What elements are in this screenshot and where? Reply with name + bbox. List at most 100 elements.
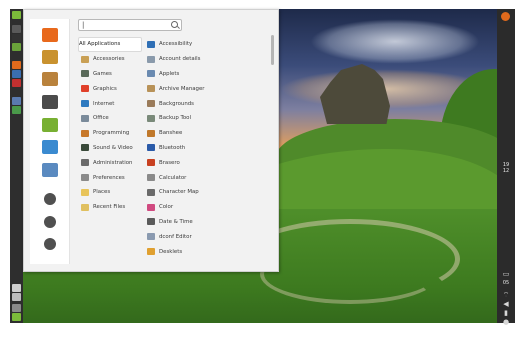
- app-item[interactable]: Brasero: [144, 155, 270, 170]
- clock-minute[interactable]: 12: [497, 168, 515, 174]
- application-list: Accessibility Account details Applets Archi…: [144, 37, 270, 259]
- app-item-label: Brasero: [159, 159, 180, 166]
- accessories-icon: [81, 55, 89, 63]
- app-item[interactable]: Character Map: [144, 185, 270, 200]
- banshee-icon: [147, 129, 155, 137]
- category-item[interactable]: Places: [78, 185, 142, 200]
- app-item-label: dconf Editor: [159, 233, 192, 240]
- app-item[interactable]: Backgrounds: [144, 96, 270, 111]
- logout-icon[interactable]: [44, 216, 56, 228]
- app-item-label: Bluetooth: [159, 144, 186, 151]
- category-item-label: Recent Files: [93, 204, 126, 211]
- user-avatar-icon[interactable]: [501, 12, 510, 21]
- software-icon[interactable]: [12, 79, 21, 87]
- category-item[interactable]: All Applications: [78, 37, 142, 52]
- app-item[interactable]: Banshee: [144, 126, 270, 141]
- app-item[interactable]: Desklets: [144, 244, 270, 259]
- application-menu: | All Applications Accessories Games Graphi…: [23, 9, 279, 272]
- app-item[interactable]: Date & Time: [144, 215, 270, 230]
- recent-files-icon: [81, 203, 89, 211]
- network-app-icon[interactable]: [42, 163, 58, 177]
- date-time-icon: [147, 218, 155, 226]
- user-icon[interactable]: ●: [501, 319, 511, 326]
- firefox-icon[interactable]: [12, 61, 21, 69]
- app-item[interactable]: Account details: [144, 52, 270, 67]
- category-item-label: Accessories: [93, 56, 125, 63]
- show-desktop-icon[interactable]: [12, 25, 21, 33]
- terminal-icon[interactable]: [12, 34, 21, 42]
- menu-icon[interactable]: [12, 11, 21, 19]
- files-icon[interactable]: [12, 43, 21, 51]
- left-panel: [10, 9, 23, 323]
- workspace-switcher-icon[interactable]: [12, 293, 21, 301]
- right-panel: 19 12 ▭ 05 ⌔ ◀ ▮ ●: [497, 9, 515, 326]
- app-item[interactable]: Color: [144, 200, 270, 215]
- category-item[interactable]: Administration: [78, 155, 142, 170]
- window-list-1-icon[interactable]: [12, 97, 21, 105]
- firefox-icon[interactable]: [42, 28, 58, 42]
- app-item[interactable]: Archive Manager: [144, 81, 270, 96]
- thunderbird-icon[interactable]: [12, 70, 21, 78]
- app-item[interactable]: Accessibility: [144, 37, 270, 52]
- app-item-label: Date & Time: [159, 218, 193, 225]
- mint-logo-icon[interactable]: [12, 313, 21, 321]
- places-icon: [81, 188, 89, 196]
- window-list-2-icon[interactable]: [12, 106, 21, 114]
- search-icon[interactable]: [171, 21, 178, 28]
- category-item[interactable]: Graphics: [78, 81, 142, 96]
- desklets-icon: [147, 248, 155, 256]
- bluetooth-icon: [147, 144, 155, 152]
- search-box[interactable]: |: [78, 19, 182, 31]
- category-item-label: Office: [93, 115, 109, 122]
- app-item[interactable]: Bluetooth: [144, 141, 270, 156]
- color-app-icon[interactable]: [42, 140, 58, 154]
- network-icon[interactable]: [12, 284, 21, 292]
- category-item[interactable]: Recent Files: [78, 200, 142, 215]
- app-item-label: Applets: [159, 70, 180, 77]
- programming-icon: [81, 129, 89, 137]
- app-item-label: Accessibility: [159, 41, 193, 48]
- calendar-icon[interactable]: ▭: [501, 271, 511, 278]
- scrollbar-track[interactable]: [271, 35, 274, 270]
- lock-icon[interactable]: [44, 193, 56, 205]
- folder-icon[interactable]: [42, 118, 58, 132]
- app-item[interactable]: Backup Tool: [144, 111, 270, 126]
- accessibility-icon: [147, 40, 155, 48]
- network-status-icon[interactable]: ⌔: [501, 292, 511, 299]
- wallpaper-path: [260, 244, 440, 304]
- app-item[interactable]: Calculator: [144, 170, 270, 185]
- search-input[interactable]: [88, 20, 168, 30]
- app-item-label: Character Map: [159, 189, 199, 196]
- category-item[interactable]: Office: [78, 111, 142, 126]
- category-item-label: Games: [93, 70, 112, 77]
- category-item-label: Preferences: [93, 174, 125, 181]
- category-item[interactable]: Accessories: [78, 52, 142, 67]
- category-item-label: Sound & Video: [93, 144, 133, 151]
- battery-icon[interactable]: ▮: [501, 310, 511, 317]
- category-item[interactable]: Internet: [78, 96, 142, 111]
- category-item[interactable]: Sound & Video: [78, 141, 142, 156]
- app-item-label: Backup Tool: [159, 115, 191, 122]
- settings-icon[interactable]: [42, 95, 58, 109]
- package-icon[interactable]: [42, 72, 58, 86]
- color-icon: [147, 203, 155, 211]
- scrollbar-thumb[interactable]: [271, 35, 274, 65]
- trash-icon[interactable]: [12, 304, 21, 312]
- category-item[interactable]: Preferences: [78, 170, 142, 185]
- app-item-label: Archive Manager: [159, 85, 205, 92]
- internet-icon: [81, 100, 89, 108]
- software-manager-icon[interactable]: [42, 50, 58, 64]
- volume-icon[interactable]: ◀: [501, 301, 511, 308]
- app-item[interactable]: dconf Editor: [144, 229, 270, 244]
- favorites-column: [30, 19, 70, 264]
- calculator-icon: [147, 174, 155, 182]
- brasero-icon: [147, 159, 155, 167]
- backgrounds-icon: [147, 100, 155, 108]
- app-item[interactable]: Applets: [144, 67, 270, 82]
- category-item[interactable]: Programming: [78, 126, 142, 141]
- category-item[interactable]: Games: [78, 67, 142, 82]
- app-item-label: Account details: [159, 56, 201, 63]
- shutdown-icon[interactable]: [44, 238, 56, 250]
- archive-manager-icon: [147, 85, 155, 93]
- sound-video-icon: [81, 144, 89, 152]
